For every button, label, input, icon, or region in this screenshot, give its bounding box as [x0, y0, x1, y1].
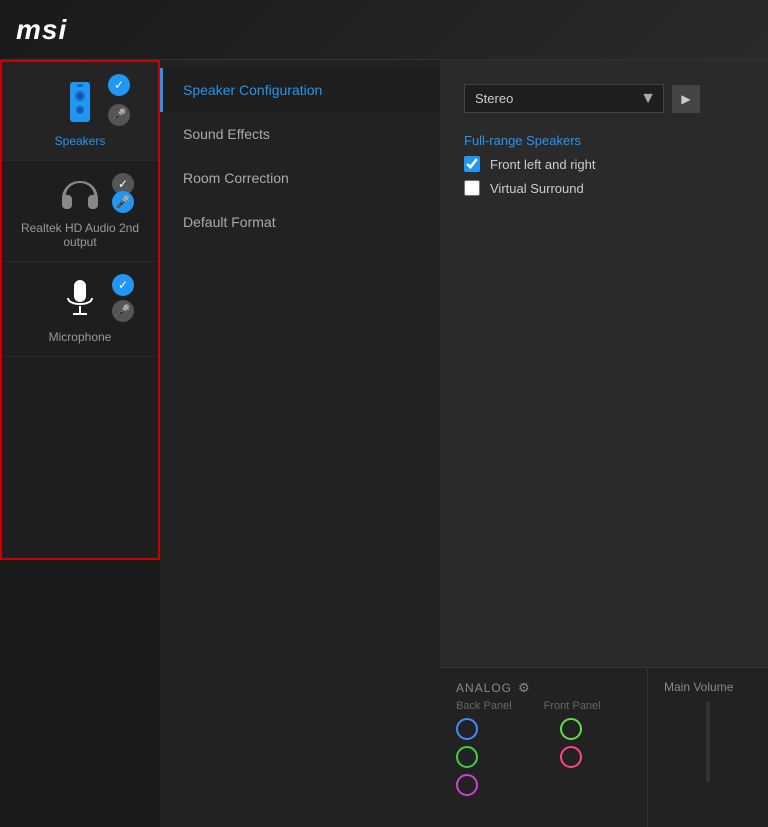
volume-bar [706, 702, 710, 782]
virtual-surround-checkbox-row: Virtual Surround [464, 180, 744, 196]
front-lr-checkbox-row: Front left and right [464, 156, 744, 172]
analog-title-row: ANALOG ⚙ [456, 680, 631, 696]
microphone-check-badge: ✓ [112, 274, 134, 296]
device-item-speakers[interactable]: ✓ 🎤 Speakers [2, 62, 158, 161]
front-lr-label: Front left and right [490, 157, 596, 172]
realtek-icons-row: ✓ 🎤 [10, 177, 150, 213]
device-item-realtek[interactable]: ✓ 🎤 Realtek HD Audio 2nd output [2, 161, 158, 262]
msi-logo: msi [16, 14, 67, 46]
front-panel-label: Front Panel [544, 700, 601, 712]
jack-grid [456, 718, 631, 796]
back-panel-label: Back Panel [456, 700, 512, 712]
jack-back-blue[interactable] [456, 718, 478, 740]
gear-icon[interactable]: ⚙ [518, 680, 530, 696]
tab-speaker-configuration[interactable]: Speaker Configuration [160, 68, 440, 112]
stereo-dropdown[interactable]: Stereo Quadraphonic 5.1 Surround 7.1 Sur… [464, 84, 664, 113]
speakers-check-badge: ✓ [108, 74, 130, 96]
device-list: ✓ 🎤 Speakers ✓ 🎤 Realtek HD Audio 2nd ou… [0, 60, 160, 560]
play-button[interactable]: ▶ [672, 85, 700, 113]
jack-back-purple[interactable] [456, 774, 478, 796]
full-range-section: Full-range Speakers Front left and right… [464, 129, 744, 196]
section-title: Full-range Speakers [464, 133, 744, 148]
dropdown-row: Stereo Quadraphonic 5.1 Surround 7.1 Sur… [464, 84, 744, 113]
tab-sound-effects[interactable]: Sound Effects [160, 112, 440, 156]
speakers-label: Speakers [55, 134, 106, 148]
virtual-surround-checkbox[interactable] [464, 180, 480, 196]
microphone-main-icon [62, 278, 98, 322]
tab-default-format[interactable]: Default Format [160, 200, 440, 244]
speaker-main-icon [60, 78, 100, 126]
realtek-mic-badge: 🎤 [112, 191, 134, 213]
header: msi [0, 0, 768, 60]
headphone-main-icon [59, 177, 101, 213]
realtek-label: Realtek HD Audio 2nd output [10, 221, 150, 249]
speakers-mic-badge: 🎤 [108, 104, 130, 126]
jack-front-pink[interactable] [560, 746, 582, 768]
panel-labels: Back Panel Front Panel [456, 700, 631, 712]
front-lr-checkbox[interactable] [464, 156, 480, 172]
jack-front-green[interactable] [560, 718, 582, 740]
stereo-dropdown-wrapper: Stereo Quadraphonic 5.1 Surround 7.1 Sur… [464, 84, 664, 113]
tabs-panel: Speaker Configuration Sound Effects Room… [160, 60, 440, 827]
virtual-surround-label: Virtual Surround [490, 181, 584, 196]
jack-back-green[interactable] [456, 746, 478, 768]
microphone-mic-badge: 🎤 [112, 300, 134, 322]
main-volume-section: Main Volume [648, 668, 768, 827]
analog-section: ANALOG ⚙ Back Panel Front Panel [440, 668, 648, 827]
tab-room-correction[interactable]: Room Correction [160, 156, 440, 200]
speakers-icons-row: ✓ 🎤 [10, 78, 150, 126]
device-item-microphone[interactable]: ✓ 🎤 Microphone [2, 262, 158, 357]
analog-title: ANALOG [456, 681, 512, 695]
microphone-icons-row: ✓ 🎤 [10, 278, 150, 322]
bottom-panel: ANALOG ⚙ Back Panel Front Panel Main Vol… [440, 667, 768, 827]
volume-title: Main Volume [664, 680, 752, 694]
microphone-label: Microphone [49, 330, 112, 344]
